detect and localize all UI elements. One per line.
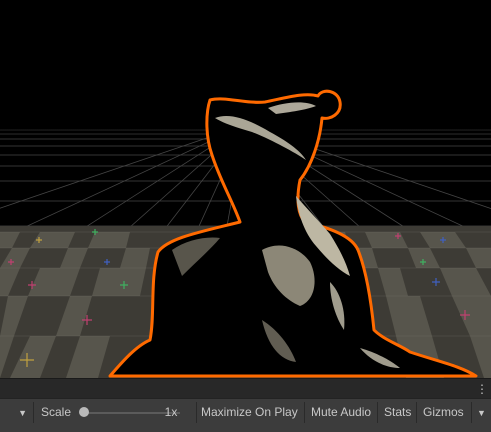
left-dropdown[interactable]: ▼ — [0, 402, 34, 423]
game-viewport[interactable] — [0, 0, 491, 378]
game-view: ⋮ ▼ Scale 1x Maximize On Play Mute Audio… — [0, 0, 491, 432]
scale-slider-thumb[interactable] — [79, 407, 89, 417]
toolbar-separator: ⋮ — [0, 378, 491, 398]
scale-control[interactable]: Scale 1x — [34, 402, 197, 423]
scale-value: 1x — [164, 405, 178, 419]
chevron-down-icon: ▼ — [18, 408, 27, 418]
scale-label: Scale — [41, 405, 72, 419]
game-view-toolbar: ▼ Scale 1x Maximize On Play Mute Audio S… — [0, 398, 491, 432]
kebab-menu-icon[interactable]: ⋮ — [476, 382, 488, 396]
gizmos-dropdown[interactable]: ▼ — [472, 402, 491, 423]
stats-button[interactable]: Stats — [380, 402, 417, 423]
gizmos-button[interactable]: Gizmos — [419, 402, 472, 423]
maximize-on-play-button[interactable]: Maximize On Play — [197, 402, 305, 423]
scene-render — [0, 89, 491, 378]
mute-audio-button[interactable]: Mute Audio — [307, 402, 378, 423]
chevron-down-icon: ▼ — [477, 408, 486, 418]
